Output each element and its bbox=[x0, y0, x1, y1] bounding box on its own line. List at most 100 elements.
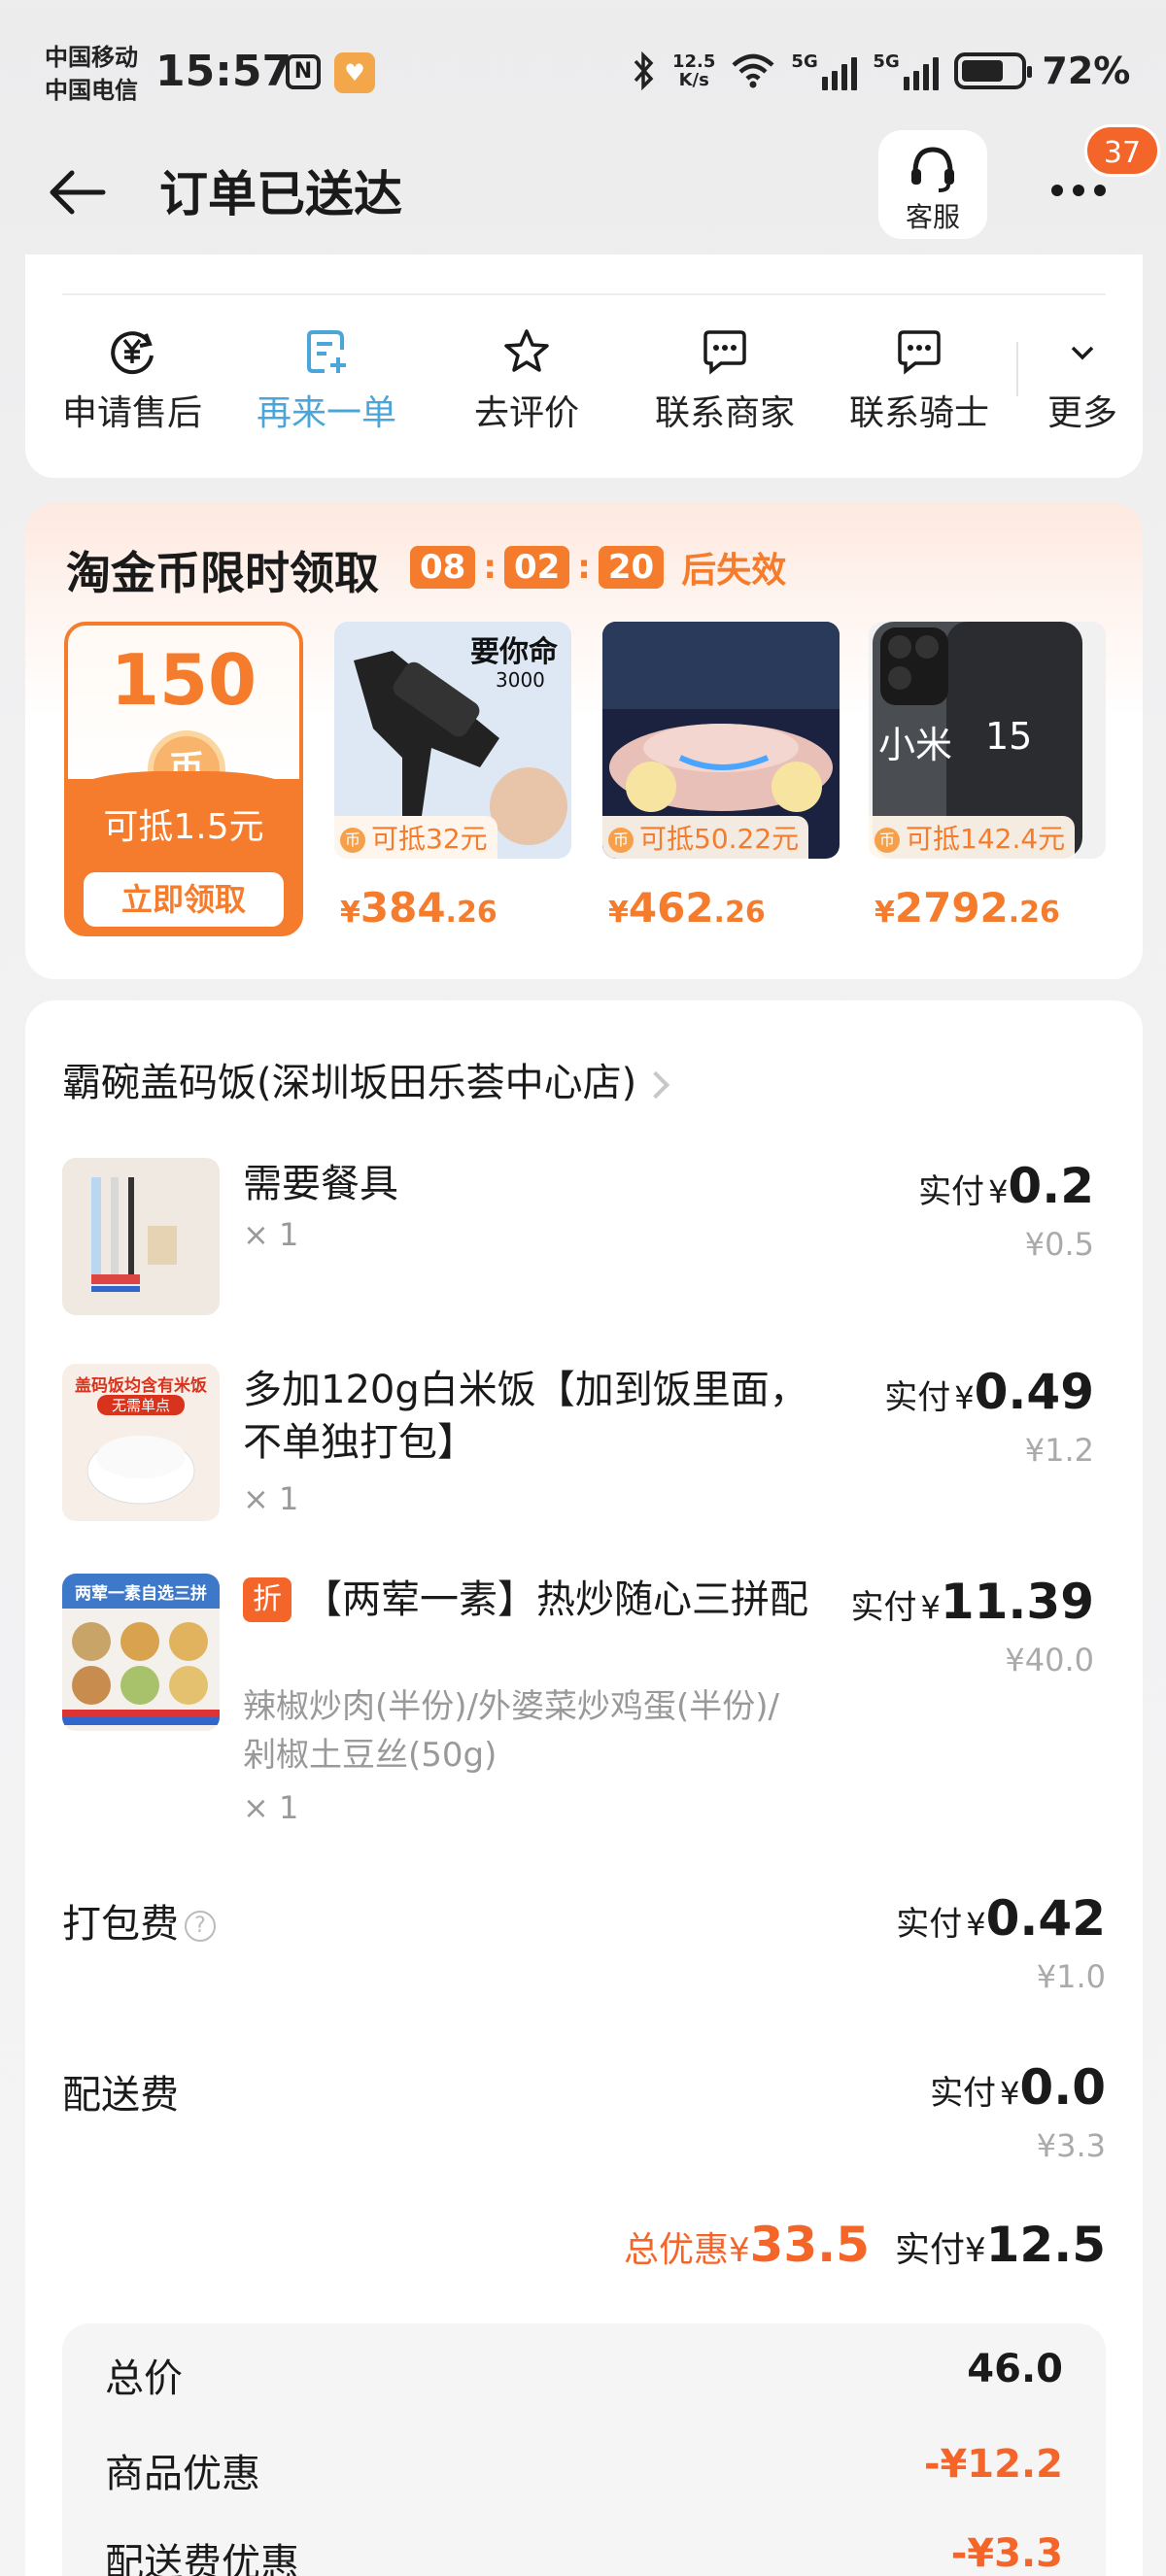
item-paid: 实付 ¥0.2 bbox=[918, 1158, 1094, 1214]
order-item[interactable]: 盖码饭均含有米饭 无需单点 多加120g白米饭【加到饭里面，不单独打包】 × 1… bbox=[62, 1364, 1131, 1529]
paid-value: 0.2 bbox=[1008, 1158, 1094, 1214]
total-discount-value: 33.5 bbox=[749, 2217, 870, 2273]
help-icon[interactable]: ? bbox=[185, 1911, 216, 1942]
coin-icon: 币 bbox=[874, 828, 900, 853]
price-decimal: .26 bbox=[1008, 896, 1060, 930]
currency-symbol: ¥ bbox=[874, 896, 895, 930]
product-image: 小米 15 币可抵142.4元 bbox=[869, 622, 1106, 859]
message-count-badge: 37 bbox=[1084, 124, 1160, 177]
carrier-2: 中国电信 bbox=[45, 77, 138, 104]
customer-service-button[interactable]: 客服 bbox=[878, 130, 987, 239]
packing-fee-label: 打包费? bbox=[62, 1892, 216, 1949]
promo-product-card[interactable]: 要你命 3000 币可抵32元 ¥384.26 bbox=[334, 622, 571, 932]
review-button[interactable]: 去评价 bbox=[439, 326, 614, 435]
timer-colon: : bbox=[577, 548, 591, 587]
promo-product-card[interactable]: 币可抵50.22元 ¥462.26 bbox=[602, 622, 840, 932]
order-item[interactable]: 需要餐具 × 1 实付 ¥0.2 ¥0.5 bbox=[62, 1158, 1131, 1323]
deduct-tag: 币可抵32元 bbox=[334, 816, 497, 859]
signal-1-label: 5G bbox=[791, 51, 818, 72]
product-price: ¥462.26 bbox=[602, 884, 840, 932]
review-label: 去评价 bbox=[473, 393, 579, 433]
price-decimal: .26 bbox=[445, 896, 497, 930]
currency-symbol: ¥ bbox=[988, 1173, 1009, 1210]
headset-icon bbox=[911, 147, 954, 192]
wifi-icon bbox=[732, 53, 774, 88]
item-quantity: × 1 bbox=[243, 1480, 299, 1517]
product-image-subtext: 3000 bbox=[496, 668, 545, 692]
contact-rider-button[interactable]: 联系骑士 bbox=[832, 326, 1007, 435]
timer-seconds: 20 bbox=[598, 546, 665, 589]
total-paid-label: 实付 bbox=[894, 2230, 965, 2270]
system-icons: 12.5 K/s 5G 5G 72% bbox=[632, 47, 1130, 95]
product-image: 币可抵50.22元 bbox=[602, 622, 840, 859]
price-summary: 总价 46.0 商品优惠 -¥12.2 配送费优惠 -¥3.3 bbox=[62, 2323, 1106, 2576]
price-integer: 2792 bbox=[894, 884, 1009, 932]
claim-coins-button[interactable]: 立即领取 bbox=[84, 872, 284, 927]
chevron-down-icon bbox=[1071, 346, 1094, 360]
currency-symbol: ¥ bbox=[608, 896, 629, 930]
deduct-tag-text: 可抵32元 bbox=[371, 823, 488, 855]
delivery-fee-label: 配送费 bbox=[62, 2073, 179, 2118]
timer-minutes: 02 bbox=[503, 546, 570, 589]
net-speed-unit: K/s bbox=[678, 70, 709, 90]
currency-symbol: ¥ bbox=[966, 1906, 986, 1943]
timer-hours: 08 bbox=[410, 546, 476, 589]
paid-value: 0.42 bbox=[985, 1890, 1106, 1947]
reorder-button[interactable]: 再来一单 bbox=[239, 326, 414, 435]
battery-icon bbox=[954, 52, 1033, 89]
deduct-tag-text: 可抵50.22元 bbox=[639, 823, 800, 855]
deduct-tag-text: 可抵142.4元 bbox=[906, 823, 1066, 855]
reorder-icon bbox=[307, 330, 346, 373]
item-description: 辣椒炒肉(半份)/外婆菜炒鸡蛋(半份)/剁椒土豆丝(50g) bbox=[243, 1687, 779, 1775]
item-quantity: × 1 bbox=[243, 1216, 299, 1253]
summary-label: 商品优惠 bbox=[105, 2452, 260, 2496]
shop-name-link[interactable]: 霸碗盖码饭(深圳坂田乐荟中心店) bbox=[62, 1051, 670, 1107]
price-integer: 462 bbox=[628, 884, 714, 932]
chevron-right-icon bbox=[642, 1070, 670, 1100]
item-paid: 实付 ¥0.49 bbox=[884, 1364, 1094, 1420]
product-image: 要你命 3000 币可抵32元 bbox=[334, 622, 571, 859]
currency-symbol: ¥ bbox=[920, 1589, 941, 1626]
order-item[interactable]: 两荤一素自选三拼 折【两荤一素】热炒随心三拼配 辣椒炒肉(半份)/外婆菜炒鸡蛋(… bbox=[62, 1574, 1131, 1836]
packing-fee-text: 打包费 bbox=[62, 1902, 179, 1947]
carrier-1: 中国移动 bbox=[45, 44, 138, 71]
order-totals: 总优惠¥33.5 实付¥12.5 bbox=[624, 2217, 1106, 2273]
thumbnail-text: 两荤一素自选三拼 bbox=[75, 1584, 207, 1604]
promo-product-card[interactable]: 小米 15 币可抵142.4元 ¥2792.26 bbox=[869, 622, 1106, 932]
contact-merchant-label: 联系商家 bbox=[654, 393, 795, 433]
delivery-fee-paid: 实付 ¥0.0 bbox=[930, 2059, 1106, 2116]
packing-fee-paid: 实付 ¥0.42 bbox=[896, 1890, 1106, 1947]
item-quantity: × 1 bbox=[243, 1789, 299, 1826]
coin-reward-box[interactable]: 150 币 可抵1.5元 立即领取 bbox=[64, 622, 303, 936]
order-actions-card: 申请售后 再来一单 去评价 联系商家 联系骑士 更多 bbox=[25, 254, 1143, 478]
total-paid-value: 12.5 bbox=[985, 2217, 1106, 2273]
chat-icon bbox=[703, 330, 746, 375]
shop-name: 霸碗盖码饭(深圳坂田乐荟中心店) bbox=[62, 1061, 637, 1105]
currency-symbol: ¥ bbox=[964, 2231, 986, 2270]
price-integer: 384 bbox=[360, 884, 446, 932]
more-actions-button[interactable]: 更多 bbox=[1036, 326, 1129, 435]
product-price: ¥2792.26 bbox=[869, 884, 1106, 932]
thumbnail-text: 盖码饭均含有米饭 bbox=[75, 1376, 207, 1396]
divider bbox=[62, 293, 1106, 295]
item-name: 需要餐具 bbox=[243, 1162, 398, 1206]
summary-label: 配送费优惠 bbox=[105, 2541, 299, 2576]
contact-merchant-button[interactable]: 联系商家 bbox=[637, 326, 812, 435]
carrier-info: 中国移动 中国电信 bbox=[45, 41, 138, 107]
deduct-tag: 币可抵50.22元 bbox=[602, 816, 809, 859]
currency-symbol: ¥ bbox=[340, 896, 360, 930]
paid-value: 0.0 bbox=[1019, 2059, 1106, 2116]
currency-symbol: ¥ bbox=[1000, 2075, 1020, 2112]
product-image-text: 小米 bbox=[878, 724, 953, 766]
summary-value: -¥3.3 bbox=[950, 2531, 1063, 2576]
paid-label: 实付 bbox=[896, 1905, 963, 1944]
currency-symbol: ¥ bbox=[954, 1379, 975, 1416]
item-name-text: 【两荤一素】热炒随心三拼配 bbox=[303, 1577, 808, 1622]
timer-colon: : bbox=[483, 548, 497, 587]
order-detail-card: 霸碗盖码饭(深圳坂田乐荟中心店) 需要餐具 × 1 实付 ¥0.2 ¥0.5 盖码… bbox=[25, 1000, 1143, 2576]
back-arrow-icon[interactable] bbox=[45, 163, 113, 221]
customer-service-label: 客服 bbox=[905, 201, 960, 233]
net-speed: 12.5 K/s bbox=[672, 52, 715, 89]
after-sales-button[interactable]: 申请售后 bbox=[45, 326, 220, 435]
more-options-icon[interactable] bbox=[1049, 173, 1108, 204]
